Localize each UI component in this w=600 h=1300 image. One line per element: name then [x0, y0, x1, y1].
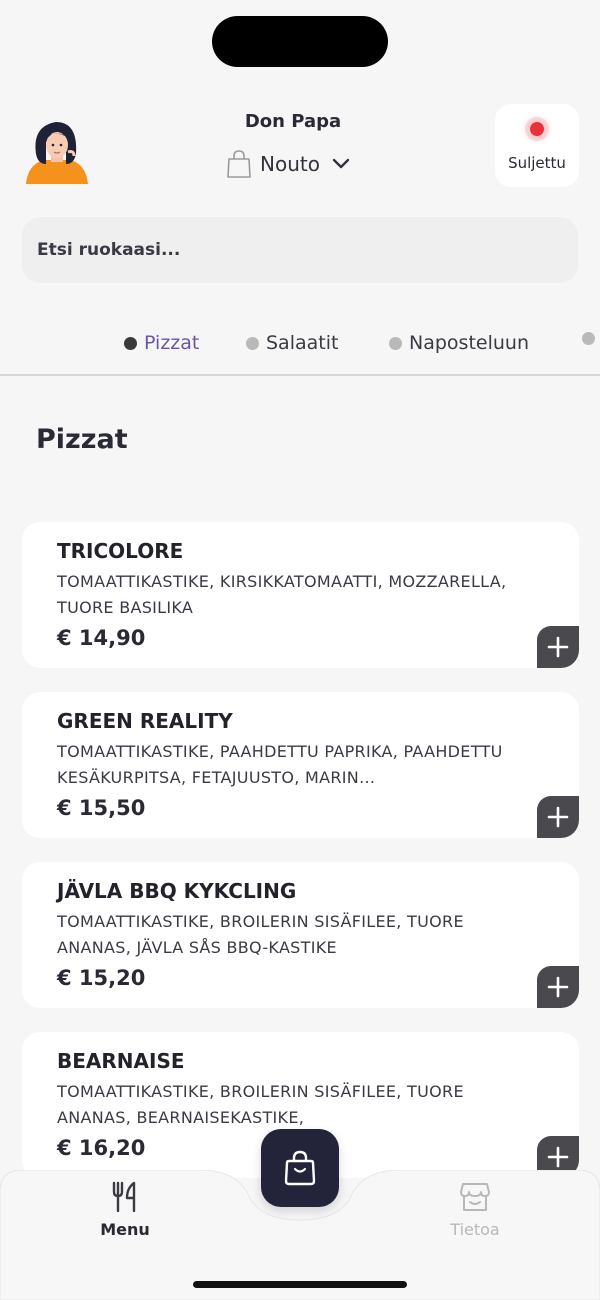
order-mode-label: Nouto	[260, 152, 320, 176]
tab-label: Pizzat	[144, 332, 200, 354]
category-tabs: Pizzat Salaatit Naposteluun	[0, 324, 600, 364]
tab-more[interactable]	[582, 332, 595, 345]
item-description: TOMAATTIKASTIKE, BROILERIN SISÄFILEE, TU…	[57, 912, 464, 957]
item-description: TOMAATTIKASTIKE, KIRSIKKATOMAATTI, MOZZA…	[57, 572, 507, 617]
nav-info[interactable]: Tietoa	[420, 1180, 530, 1239]
shopping-bag-icon	[284, 1150, 316, 1186]
nav-info-label: Tietoa	[450, 1220, 500, 1239]
dynamic-island	[212, 16, 388, 67]
tab-salaatit[interactable]: Salaatit	[246, 332, 338, 354]
home-indicator[interactable]	[193, 1281, 407, 1288]
status-label: Suljettu	[508, 153, 566, 172]
cart-button[interactable]	[261, 1129, 339, 1207]
add-to-cart-button[interactable]	[537, 966, 579, 1008]
status-indicator-icon	[530, 121, 544, 136]
tab-dot-icon	[389, 336, 402, 350]
add-to-cart-button[interactable]	[537, 796, 579, 838]
shopping-bag-icon	[227, 150, 251, 178]
restaurant-name: Don Papa	[244, 111, 342, 132]
item-description: TOMAATTIKASTIKE, BROILERIN SISÄFILEE, TU…	[57, 1082, 464, 1127]
item-price: € 15,20	[57, 966, 146, 990]
menu-item-card[interactable]: GREEN REALITY TOMAATTIKASTIKE, PAAHDETTU…	[22, 692, 579, 838]
item-description: TOMAATTIKASTIKE, PAAHDETTU PAPRIKA, PAAH…	[57, 742, 503, 787]
plus-icon	[547, 636, 569, 658]
menu-item-card[interactable]: JÄVLA BBQ KYKCLING TOMAATTIKASTIKE, BROI…	[22, 862, 579, 1008]
tab-dot-icon	[124, 336, 137, 350]
tab-dot-icon	[582, 332, 595, 345]
nav-menu[interactable]: Menu	[70, 1180, 180, 1239]
tab-pizzat[interactable]: Pizzat	[124, 332, 199, 354]
section-title: Pizzat	[36, 424, 128, 455]
fork-knife-icon	[112, 1181, 136, 1213]
plus-icon	[547, 1146, 569, 1168]
search-bar[interactable]	[22, 217, 578, 283]
item-price: € 15,50	[57, 796, 146, 820]
divider	[0, 374, 600, 376]
tab-label: Salaatit	[266, 332, 339, 354]
nav-menu-label: Menu	[100, 1220, 150, 1239]
avatar[interactable]	[22, 112, 92, 184]
plus-icon	[547, 976, 569, 998]
search-input[interactable]	[37, 240, 578, 260]
item-name: JÄVLA BBQ KYKCLING	[57, 879, 297, 903]
item-name: BEARNAISE	[57, 1049, 185, 1073]
item-name: TRICOLORE	[57, 539, 184, 563]
store-icon	[460, 1183, 490, 1211]
tab-label: Naposteluun	[409, 332, 529, 354]
item-price: € 16,20	[57, 1136, 146, 1160]
order-mode-selector[interactable]: Nouto	[226, 148, 350, 180]
status-badge[interactable]: Suljettu	[495, 104, 579, 187]
avatar-illustration	[26, 122, 88, 184]
tab-naposteluun[interactable]: Naposteluun	[389, 332, 529, 354]
chevron-down-icon	[332, 158, 350, 169]
tab-dot-icon	[246, 336, 259, 350]
plus-icon	[547, 806, 569, 828]
add-to-cart-button[interactable]	[537, 626, 579, 668]
menu-item-card[interactable]: TRICOLORE TOMAATTIKASTIKE, KIRSIKKATOMAA…	[22, 522, 579, 668]
item-price: € 14,90	[57, 626, 146, 650]
item-name: GREEN REALITY	[57, 709, 233, 733]
